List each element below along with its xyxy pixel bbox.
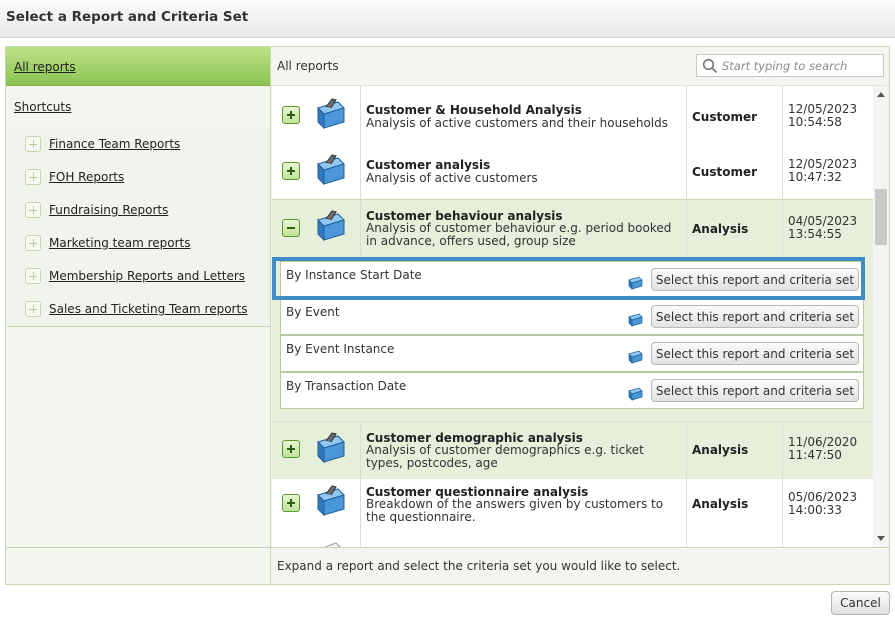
status-footer: Expand a report and select the criteria … [6, 547, 889, 585]
footer-hint: Expand a report and select the criteria … [277, 559, 681, 573]
criteria-set-label: By Event Instance [286, 342, 395, 356]
folder-list: Finance Team Reports FOH Reports Fundrai… [7, 125, 270, 327]
criteria-set-row[interactable]: By Event Instance Select this report and… [280, 335, 864, 372]
report-box-icon [628, 350, 643, 364]
criteria-set-row[interactable]: By Event Select this report and criteria… [280, 298, 864, 335]
report-row[interactable]: Customer questionnaire analysis Breakdow… [272, 477, 873, 533]
report-description: Analysis of customer behaviour e.g. peri… [366, 221, 672, 248]
folder-label[interactable]: Membership Reports and Letters [49, 269, 245, 283]
select-criteria-set-button[interactable]: Select this report and criteria set [651, 305, 859, 328]
document-icon [323, 542, 341, 547]
sidebar-all-reports-label[interactable]: All reports [14, 60, 76, 74]
report-description: Breakdown of the answers given by custom… [366, 497, 664, 524]
criteria-set-label: By Transaction Date [286, 379, 407, 393]
sidebar-shortcuts[interactable]: Shortcuts [14, 100, 71, 114]
report-category: Analysis [692, 443, 749, 457]
search-input[interactable] [722, 57, 880, 74]
folder-item[interactable]: FOH Reports [25, 167, 124, 187]
folder-item[interactable]: Marketing team reports [25, 233, 190, 253]
scroll-up-icon[interactable] [877, 92, 885, 97]
criteria-set-row[interactable]: By Transaction Date Select this report a… [280, 372, 864, 409]
report-category: Analysis [692, 222, 749, 236]
dialog-title: Select a Report and Criteria Set [6, 9, 249, 25]
folder-item[interactable]: Membership Reports and Letters [25, 266, 245, 286]
report-time: 10:54:58 [788, 115, 842, 129]
report-box-icon [317, 485, 345, 517]
sidebar: All reports Shortcuts Finance Team Repor… [6, 47, 271, 547]
report-box-icon [317, 154, 345, 186]
report-box-icon [317, 432, 345, 464]
cancel-button[interactable]: Cancel [831, 591, 890, 615]
folder-item[interactable]: Sales and Ticketing Team reports [25, 299, 247, 319]
report-panel: All reports Start typing to search Custo… [272, 47, 889, 547]
criteria-set-label: By Event [286, 305, 340, 319]
folder-label[interactable]: Sales and Ticketing Team reports [49, 302, 247, 316]
expand-icon[interactable] [25, 301, 41, 317]
expand-icon[interactable] [25, 136, 41, 152]
report-row[interactable]: Customer demographic analysis Analysis o… [272, 421, 873, 477]
expand-button[interactable] [282, 106, 300, 124]
scroll-down-icon[interactable] [877, 536, 885, 541]
folder-label[interactable]: Finance Team Reports [49, 137, 180, 151]
expand-icon[interactable] [25, 169, 41, 185]
expand-button[interactable] [282, 494, 300, 512]
report-list-scrollbar[interactable] [873, 86, 889, 547]
report-panel-header: All reports [272, 47, 889, 86]
report-time: 13:54:55 [788, 227, 842, 241]
report-list: Customer & Household Analysis Analysis o… [272, 86, 873, 547]
dialog-titlebar: Select a Report and Criteria Set [0, 0, 895, 38]
report-category: Analysis [692, 497, 749, 511]
select-criteria-set-button[interactable]: Select this report and criteria set [651, 379, 859, 402]
folder-label[interactable]: FOH Reports [49, 170, 124, 184]
report-row[interactable] [272, 533, 873, 547]
report-box-icon [317, 210, 345, 242]
report-title: Customer & Household Analysis [366, 103, 582, 117]
sidebar-all-reports[interactable]: All reports [6, 47, 270, 86]
breadcrumb: All reports [277, 59, 339, 73]
report-description: Analysis of active customers and their h… [366, 116, 669, 130]
report-time: 14:00:33 [788, 503, 842, 517]
report-box-icon [317, 98, 345, 130]
report-row[interactable]: Customer analysis Analysis of active cus… [272, 144, 873, 199]
report-title: Customer analysis [366, 158, 491, 172]
report-description: Analysis of customer demographics e.g. t… [366, 443, 644, 470]
folder-item[interactable]: Fundraising Reports [25, 200, 168, 220]
report-description: Analysis of active customers [366, 171, 538, 185]
search-box[interactable] [696, 54, 884, 77]
report-box-icon [628, 313, 643, 327]
scroll-thumb[interactable] [875, 189, 887, 245]
report-time: 11:47:50 [788, 448, 842, 462]
expand-icon[interactable] [25, 202, 41, 218]
report-category: Customer [692, 110, 758, 124]
report-time: 10:47:32 [788, 170, 842, 184]
expand-icon[interactable] [25, 268, 41, 284]
search-icon [702, 58, 718, 74]
folder-label[interactable]: Fundraising Reports [49, 203, 168, 217]
expand-icon[interactable] [25, 235, 41, 251]
select-criteria-set-button[interactable]: Select this report and criteria set [651, 342, 859, 365]
folder-item[interactable]: Finance Team Reports [25, 134, 180, 154]
report-box-icon [628, 387, 643, 401]
collapse-button[interactable] [282, 219, 300, 237]
expand-button[interactable] [282, 440, 300, 458]
report-row[interactable]: Customer & Household Analysis Analysis o… [272, 86, 873, 144]
report-category: Customer [692, 165, 758, 179]
expand-button[interactable] [282, 162, 300, 180]
report-browser: All reports Shortcuts Finance Team Repor… [5, 46, 890, 585]
report-row-expanded[interactable]: Customer behaviour analysis Analysis of … [272, 199, 873, 257]
selected-criteria-highlight [272, 257, 865, 300]
folder-label[interactable]: Marketing team reports [49, 236, 190, 250]
